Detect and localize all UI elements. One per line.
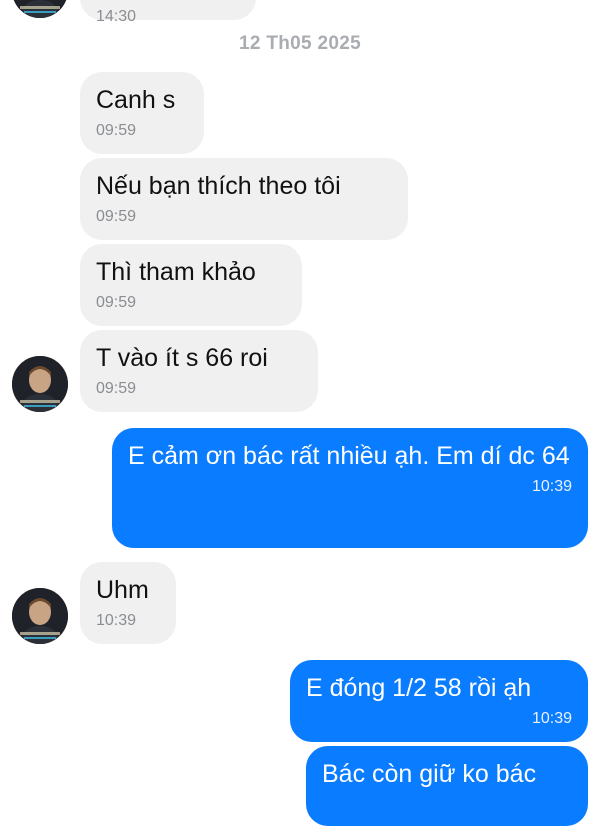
message-bubble-incoming[interactable]: Canh s 09:59 — [80, 72, 204, 154]
message-bubble-incoming[interactable]: Thì tham khảo 09:59 — [80, 244, 302, 326]
message-time: 10:39 — [531, 710, 572, 727]
message-time: 10:39 — [531, 478, 572, 495]
message-bubble-outgoing[interactable]: Bác còn giữ ko bác — [306, 746, 588, 826]
message-time: 09:59 — [96, 208, 137, 225]
chat-thread: 14:30 12 Th05 2025 Canh s 09:59 Nếu bạn … — [0, 0, 600, 826]
profile-photo-icon — [12, 356, 68, 412]
message-time: 09:59 — [96, 294, 137, 311]
message-text: Bác còn giữ ko bác — [322, 760, 537, 788]
date-separator: 12 Th05 2025 — [239, 33, 361, 54]
contact-avatar[interactable] — [12, 0, 68, 18]
message-text: Thì tham khảo — [96, 258, 256, 286]
contact-avatar[interactable] — [12, 588, 68, 644]
message-text: E cảm ơn bác rất nhiều ạh. Em dí dc 64 — [128, 442, 570, 470]
contact-avatar[interactable] — [12, 356, 68, 412]
message-bubble-incoming[interactable]: 14:30 — [80, 0, 256, 25]
message-time: 09:59 — [96, 122, 137, 139]
message-text: Nếu bạn thích theo tôi — [96, 172, 341, 200]
message-text: Uhm — [96, 576, 149, 604]
message-bubble-outgoing[interactable]: E cảm ơn bác rất nhiều ạh. Em dí dc 64 1… — [112, 428, 588, 548]
message-bubble-incoming[interactable]: Uhm 10:39 — [80, 562, 176, 644]
message-bubble-incoming[interactable]: T vào ít s 66 roi 09:59 — [80, 330, 318, 412]
message-text — [96, 0, 240, 3]
message-bubble-incoming[interactable]: Nếu bạn thích theo tôi 09:59 — [80, 158, 408, 240]
message-time: 14:30 — [96, 8, 137, 25]
message-time: 09:59 — [96, 380, 137, 397]
profile-photo-icon — [12, 0, 68, 18]
profile-photo-icon — [12, 588, 68, 644]
message-text: T vào ít s 66 roi — [96, 344, 268, 372]
message-text: Canh s — [96, 86, 176, 114]
message-bubble-outgoing[interactable]: E đóng 1/2 58 rồi ạh 10:39 — [290, 660, 588, 742]
message-text: E đóng 1/2 58 rồi ạh — [306, 674, 532, 702]
message-time: 10:39 — [96, 612, 137, 629]
